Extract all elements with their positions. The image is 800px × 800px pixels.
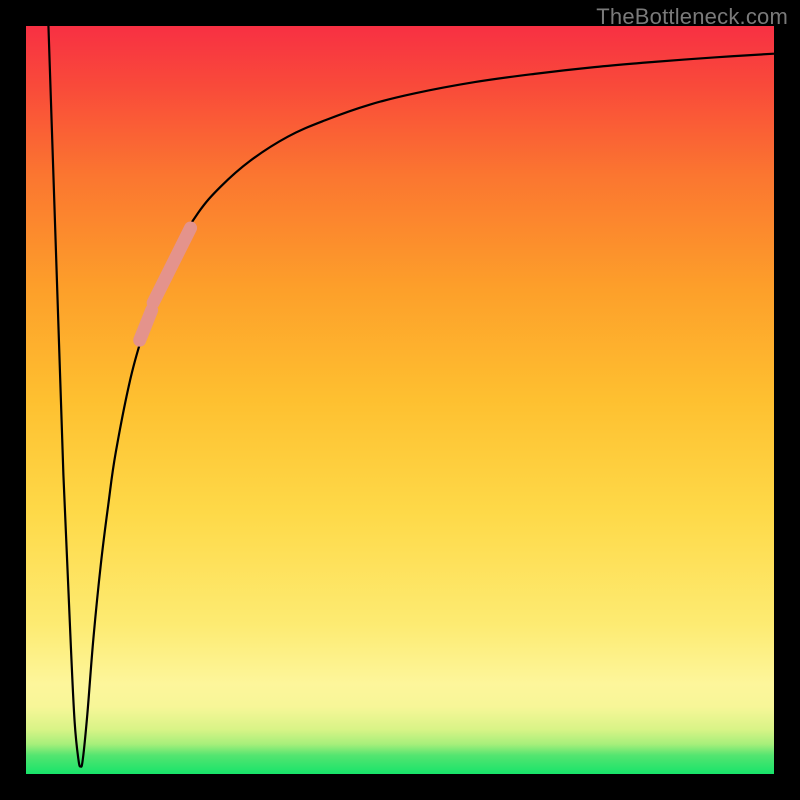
curve-layer xyxy=(26,26,774,774)
marker-group xyxy=(140,228,191,340)
plot-area xyxy=(26,26,774,774)
segment-lower xyxy=(140,310,152,340)
segment-upper xyxy=(153,228,190,303)
chart-frame: TheBottleneck.com xyxy=(0,0,800,800)
watermark-text: TheBottleneck.com xyxy=(596,4,788,30)
main-curve xyxy=(48,26,774,767)
